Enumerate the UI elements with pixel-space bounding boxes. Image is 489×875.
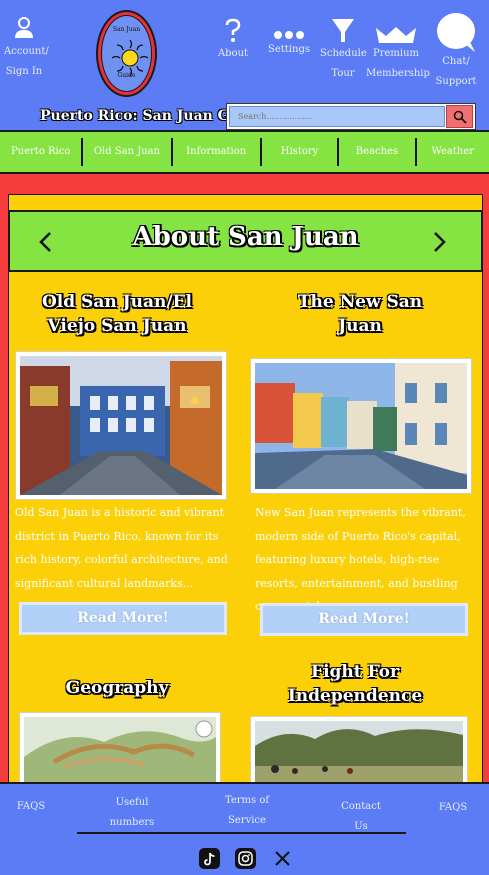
old-san-juan-photo (15, 351, 227, 500)
footer-link-contact-us[interactable]: Contact Us (333, 797, 389, 837)
section-title: About San Juan (132, 222, 359, 252)
about-button[interactable]: About (216, 18, 250, 64)
chat-label: Chat/ (442, 56, 470, 67)
search-bar (226, 103, 476, 130)
account-signin-button[interactable]: Account/ Sign In (4, 16, 49, 82)
card-title-new-san-juan: The New San Juan (297, 292, 423, 336)
service-label: Service (228, 815, 266, 826)
settings-button[interactable]: Settings (268, 26, 310, 60)
independence-illustration (255, 721, 463, 782)
section-header: About San Juan (8, 210, 483, 272)
chat-support-button[interactable]: Chat/ Support (433, 12, 479, 92)
x-icon[interactable] (272, 848, 293, 869)
main-nav: Puerto Rico Old San Juan Information His… (0, 130, 489, 174)
schedule-tour-button[interactable]: Schedule Tour (320, 18, 367, 84)
premium-label: Premium (372, 48, 420, 59)
old-san-juan-illustration (20, 356, 222, 495)
logo-bottom-text: Guide (117, 72, 136, 79)
site-header: Account/ Sign In About Settings Schedule… (0, 0, 489, 130)
terms-label: Terms of (224, 795, 270, 806)
footer-link-useful-numbers[interactable]: Useful numbers (107, 793, 157, 833)
nav-item-beaches[interactable]: Beaches (339, 138, 414, 166)
question-icon (225, 18, 241, 42)
site-logo[interactable]: San Juan Guide (96, 10, 157, 97)
account-label: Account/ (4, 46, 49, 57)
support-label: Support (435, 76, 477, 87)
instagram-glyph (238, 851, 253, 866)
user-icon (15, 17, 33, 38)
new-san-juan-photo (250, 358, 472, 494)
footer-link-faqs-2[interactable]: FAQS (435, 798, 471, 818)
geography-map-illustration (24, 717, 216, 782)
x-glyph (275, 851, 290, 866)
independence-photo (250, 716, 468, 787)
geography-photo (19, 712, 221, 787)
funnel-icon (332, 19, 354, 42)
footer-divider (77, 832, 406, 834)
footer-link-faqs[interactable]: FAQS (13, 797, 49, 817)
footer-link-terms[interactable]: Terms of Service (222, 791, 272, 831)
read-more-button-new-san-juan[interactable]: Read More! (260, 603, 468, 636)
read-more-button-old-san-juan[interactable]: Read More! (19, 602, 227, 635)
search-input[interactable] (229, 106, 445, 127)
search-button[interactable] (446, 105, 473, 128)
schedule-label: Schedule (320, 48, 367, 59)
chevron-right-icon[interactable] (429, 230, 449, 254)
tiktok-glyph (204, 852, 215, 865)
chat-bubble-icon (437, 13, 475, 52)
search-icon (453, 110, 467, 124)
premium-membership-button[interactable]: Premium Membership (366, 26, 430, 84)
nav-item-puerto-rico[interactable]: Puerto Rico (0, 138, 81, 166)
nav-item-weather[interactable]: Weather (417, 138, 489, 166)
more-dots-icon (274, 31, 304, 39)
membership-label: Membership (366, 68, 430, 79)
tiktok-icon[interactable] (199, 848, 220, 869)
card-title-old-san-juan: Old San Juan/El Viejo San Juan (41, 292, 193, 336)
settings-label: Settings (268, 44, 310, 55)
tour-label: Tour (331, 68, 355, 79)
new-san-juan-illustration (255, 363, 467, 489)
nav-item-history[interactable]: History (262, 138, 337, 166)
logo-ring: San Juan Guide (101, 15, 152, 92)
crown-icon (376, 27, 416, 43)
useful-label: Useful (115, 797, 149, 808)
nav-item-information[interactable]: Information (173, 138, 260, 166)
instagram-icon[interactable] (235, 848, 256, 869)
about-label: About (217, 48, 249, 59)
logo-top-text: San Juan (112, 26, 141, 33)
nav-item-old-san-juan[interactable]: Old San Juan (83, 138, 170, 166)
signin-label: Sign In (5, 66, 43, 77)
card-title-geography: Geography (65, 678, 169, 698)
card-description-new-san-juan: New San Juan represents the vibrant, mod… (255, 506, 466, 613)
card-title-fight-for-independence: Fight For Independence (287, 662, 423, 706)
numbers-label: numbers (109, 817, 155, 828)
card-description-old-san-juan: Old San Juan is a historic and vibrant d… (15, 506, 228, 590)
